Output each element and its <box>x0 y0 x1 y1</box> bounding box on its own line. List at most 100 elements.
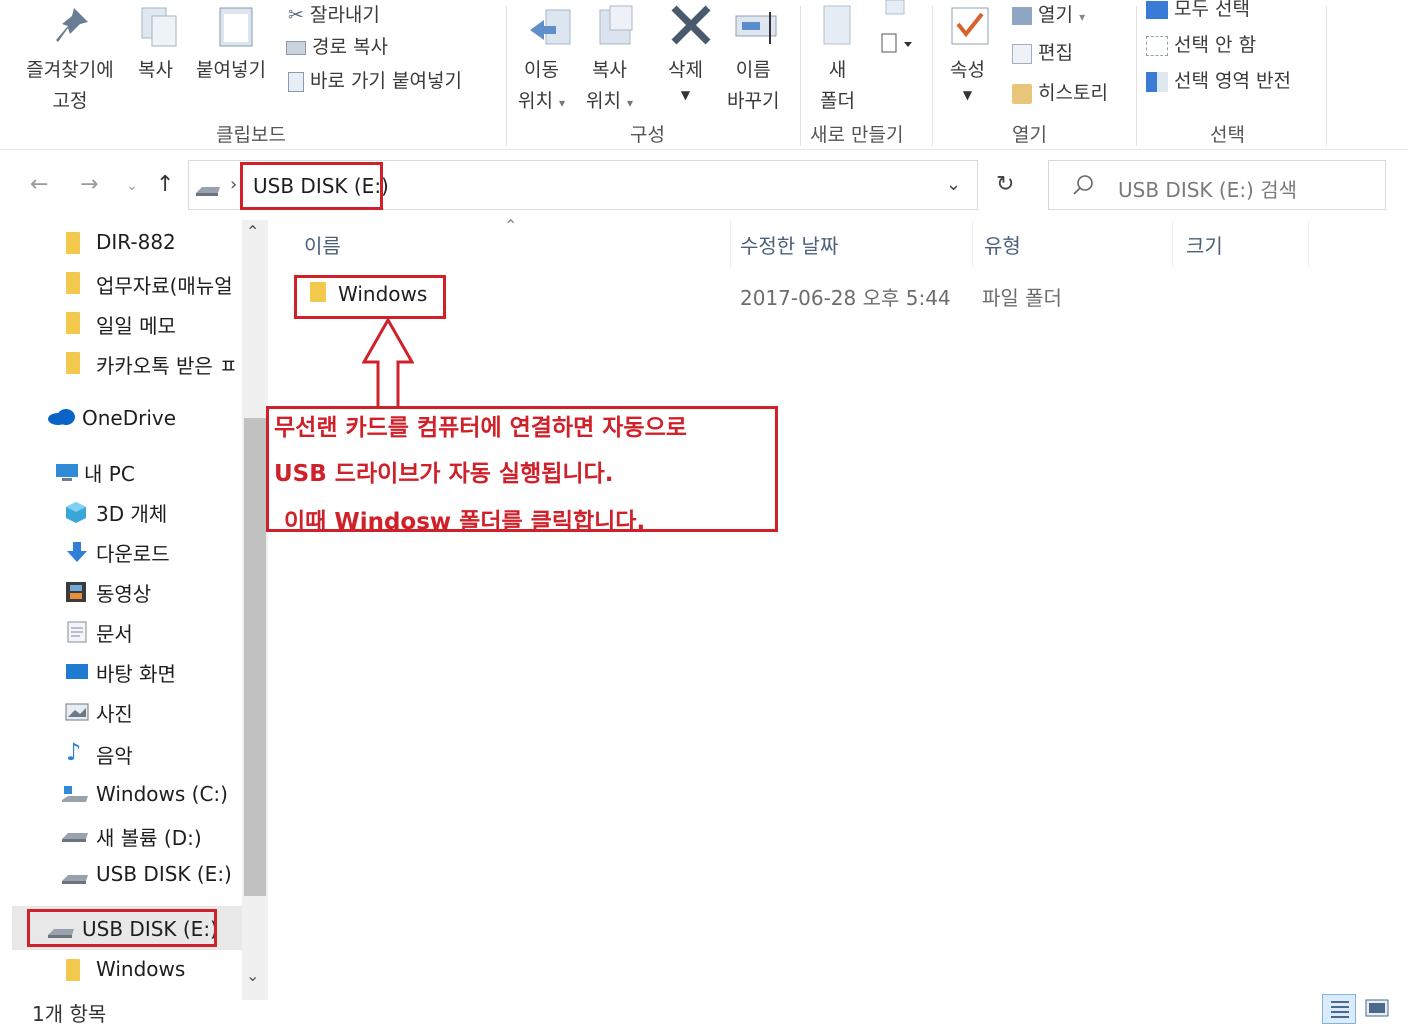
open-label: 열기 <box>1038 4 1074 26</box>
large-icons-view-icon[interactable] <box>1364 998 1390 1024</box>
forward-icon[interactable]: → <box>80 172 98 197</box>
up-icon[interactable]: ↑ <box>156 172 174 197</box>
folder-icon <box>66 959 80 985</box>
history-icon <box>1012 83 1032 104</box>
select-none-button[interactable]: 선택 안 함 <box>1146 30 1256 57</box>
paste-icon <box>216 4 256 52</box>
rename-button[interactable]: 이름 바꾸기 <box>727 55 779 113</box>
sidebar-item-onedrive[interactable]: OneDrive <box>82 406 176 430</box>
easy-access-icon[interactable] <box>878 30 918 60</box>
properties-label: 속성 <box>950 59 985 81</box>
refresh-icon[interactable]: ↻ <box>996 172 1014 197</box>
delete-button[interactable]: 삭제 ▼ <box>668 55 703 102</box>
new-folder-button[interactable]: 새 폴더 <box>820 55 855 113</box>
pin-button[interactable]: 즐겨찾기에 고정 <box>20 55 120 113</box>
sidebar-item-documents[interactable]: 문서 <box>96 618 133 647</box>
copy-path-button[interactable]: 경로 복사 <box>286 32 388 59</box>
group-clipboard-label: 클립보드 <box>216 124 286 146</box>
properties-dropdown-icon[interactable]: ▼ <box>950 88 985 102</box>
videos-icon <box>64 580 88 608</box>
select-all-icon <box>1146 0 1168 19</box>
sidebar-item-downloads[interactable]: 다운로드 <box>96 538 170 567</box>
rename-label: 이름 <box>735 59 771 81</box>
documents-icon <box>66 620 88 648</box>
column-separator[interactable] <box>1308 220 1309 268</box>
paste-button[interactable]: 붙여넣기 <box>196 55 266 82</box>
annotation-line-1: 무선랜 카드를 컴퓨터에 연결하면 자동으로 <box>274 415 687 441</box>
breadcrumb-chevron-icon[interactable]: › <box>230 174 237 195</box>
move-to-button[interactable]: 이동 위치 ▾ <box>518 55 565 113</box>
copy-path-label: 경로 복사 <box>312 36 389 58</box>
edit-button[interactable]: 편집 <box>1012 38 1073 65</box>
recent-dropdown-icon[interactable]: ⌄ <box>126 178 138 194</box>
group-separator <box>1326 6 1327 146</box>
3d-objects-icon <box>64 500 88 528</box>
properties-button[interactable]: 속성 ▼ <box>950 55 985 102</box>
sidebar-scroll-thumb[interactable] <box>244 418 266 896</box>
address-dropdown-icon[interactable]: ⌄ <box>946 174 961 195</box>
scroll-up-icon[interactable]: ⌃ <box>246 222 259 241</box>
sidebar-item-desktop[interactable]: 바탕 화면 <box>96 658 176 687</box>
new-folder-icon <box>820 4 856 52</box>
sidebar-item-dir-882[interactable]: DIR-882 <box>96 230 176 254</box>
cut-button[interactable]: ✂ 잘라내기 <box>288 0 380 27</box>
column-header-type[interactable]: 유형 <box>984 230 1021 259</box>
folder-icon <box>66 312 80 338</box>
sidebar-item-3d-objects[interactable]: 3D 개체 <box>96 498 167 527</box>
sort-ascending-icon: ⌃ <box>504 216 518 235</box>
move-to-icon <box>528 6 572 52</box>
group-separator <box>800 6 801 146</box>
sidebar-item-pictures[interactable]: 사진 <box>96 698 133 727</box>
search-placeholder: USB DISK (E:) 검색 <box>1118 178 1298 202</box>
copy-icon <box>138 6 180 52</box>
annotation-line-3: 이때 Windosw 폴더를 클릭합니다. <box>284 509 646 535</box>
desktop-icon <box>64 662 90 686</box>
sidebar-item-usb-e-pc[interactable]: USB DISK (E:) <box>96 862 232 886</box>
sidebar-item-volume-d[interactable]: 새 볼륨 (D:) <box>96 822 202 851</box>
paste-shortcut-icon <box>288 71 304 92</box>
column-header-name[interactable]: 이름 <box>304 230 341 259</box>
column-separator[interactable] <box>972 220 973 268</box>
edit-label: 편집 <box>1038 42 1074 64</box>
column-separator[interactable] <box>1172 220 1173 268</box>
scroll-down-icon[interactable]: ⌄ <box>246 966 259 985</box>
drive-icon <box>194 182 222 201</box>
rename-icon <box>734 10 780 50</box>
move-to-label: 이동 <box>524 59 559 81</box>
sidebar-item-videos[interactable]: 동영상 <box>96 578 151 607</box>
sidebar-item-windows-c[interactable]: Windows (C:) <box>96 782 228 806</box>
delete-dropdown-icon[interactable]: ▼ <box>668 88 703 102</box>
windows-drive-icon <box>60 784 90 810</box>
copy-path-icon <box>286 40 306 55</box>
group-separator <box>932 6 933 146</box>
sidebar-item-kakaotalk[interactable]: 카카오톡 받은 ㅍ <box>96 350 242 379</box>
new-item-icon[interactable] <box>880 0 920 24</box>
select-all-button[interactable]: 모두 선택 <box>1146 0 1250 21</box>
select-all-label: 모두 선택 <box>1174 0 1251 20</box>
scissors-icon: ✂ <box>288 4 304 26</box>
sidebar-item-music[interactable]: 음악 <box>96 740 133 769</box>
sidebar-item-this-pc[interactable]: 내 PC <box>84 458 135 487</box>
sidebar-item-daily-memo[interactable]: 일일 메모 <box>96 310 176 339</box>
details-view-icon[interactable] <box>1322 994 1356 1024</box>
folder-icon <box>66 352 80 378</box>
group-separator <box>1136 6 1137 146</box>
invert-selection-button[interactable]: 선택 영역 반전 <box>1146 66 1291 93</box>
copy-button[interactable]: 복사 <box>138 55 173 82</box>
sidebar-item-manual[interactable]: 업무자료(매뉴얼 <box>96 270 242 299</box>
copy-to-button[interactable]: 복사 위치 ▾ <box>586 55 633 113</box>
paste-shortcut-button[interactable]: 바로 가기 붙여넣기 <box>288 66 462 93</box>
column-header-size[interactable]: 크기 <box>1186 230 1223 259</box>
back-icon[interactable]: ← <box>30 172 48 197</box>
onedrive-icon <box>46 408 78 430</box>
folder-icon <box>66 232 80 258</box>
history-button[interactable]: 히스토리 <box>1012 78 1108 105</box>
column-separator[interactable] <box>730 220 731 268</box>
column-header-date[interactable]: 수정한 날짜 <box>740 230 838 259</box>
open-button[interactable]: 열기 ▾ <box>1012 0 1085 27</box>
cut-label: 잘라내기 <box>309 4 380 26</box>
sidebar-item-usb-windows[interactable]: Windows <box>96 957 185 981</box>
new-folder-label-2: 폴더 <box>820 90 855 112</box>
music-icon: ♪ <box>66 738 82 766</box>
usb-drive-icon <box>60 870 90 889</box>
